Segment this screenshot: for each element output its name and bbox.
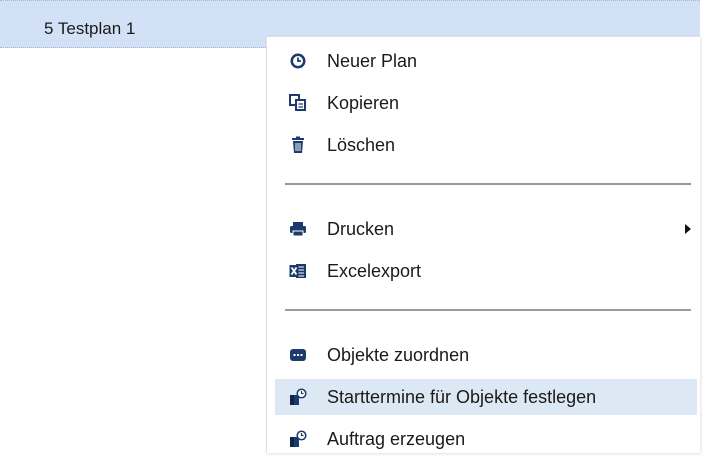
menu-item-create-order[interactable]: Auftrag erzeugen <box>275 421 697 457</box>
menu-item-excel-export[interactable]: Excelexport <box>275 253 697 289</box>
menu-item-set-start-dates[interactable]: Starttermine für Objekte festlegen <box>275 379 697 415</box>
menu-item-label: Neuer Plan <box>327 51 418 71</box>
excel-icon <box>289 262 307 280</box>
menu-item-print[interactable]: Drucken <box>275 211 697 247</box>
context-menu: Neuer Plan Kopieren Löschen Drucken Exce… <box>266 36 700 453</box>
menu-item-label: Löschen <box>327 135 396 155</box>
menu-item-label: Excelexport <box>327 261 422 281</box>
submenu-arrow-icon <box>685 224 691 234</box>
menu-item-new-plan[interactable]: Neuer Plan <box>275 43 697 79</box>
menu-item-label: Drucken <box>327 219 395 239</box>
schedule-object-icon <box>289 388 307 406</box>
menu-item-label: Kopieren <box>327 93 400 113</box>
menu-separator <box>285 309 691 311</box>
schedule-object-icon <box>289 430 307 448</box>
list-row-label: 5 Testplan 1 <box>44 19 136 38</box>
menu-item-delete[interactable]: Löschen <box>275 127 697 163</box>
menu-item-copy[interactable]: Kopieren <box>275 85 697 121</box>
clock-icon <box>289 52 307 70</box>
trash-icon <box>289 136 307 154</box>
link-icon <box>289 346 307 364</box>
printer-icon <box>289 220 307 238</box>
copy-icon <box>289 94 307 112</box>
menu-item-assign-objects[interactable]: Objekte zuordnen <box>275 337 697 373</box>
menu-item-label: Starttermine für Objekte festlegen <box>327 387 597 407</box>
menu-separator <box>285 183 691 185</box>
menu-item-label: Objekte zuordnen <box>327 345 470 365</box>
menu-item-label: Auftrag erzeugen <box>327 429 466 449</box>
